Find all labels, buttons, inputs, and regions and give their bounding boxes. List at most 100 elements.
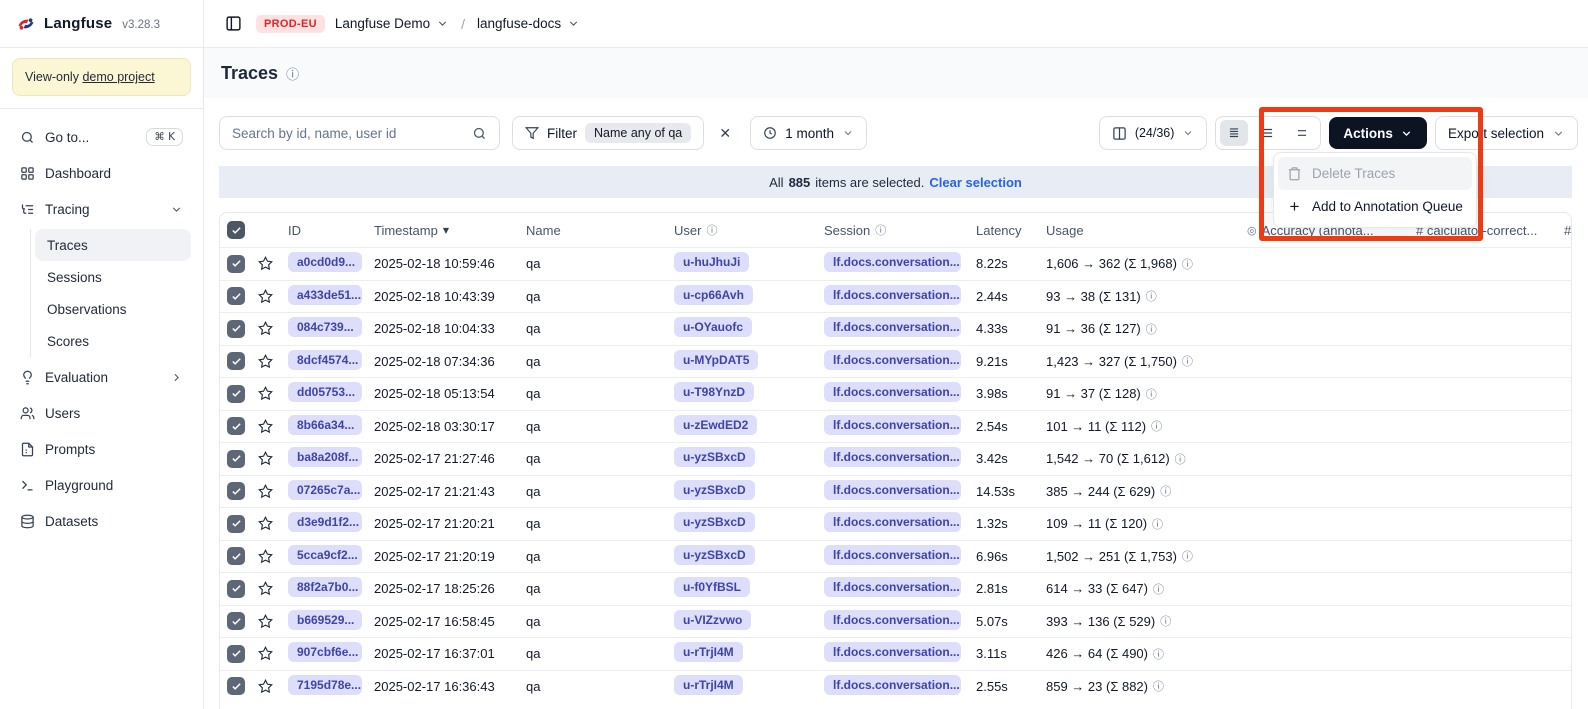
goto-button[interactable]: Go to... ⌘ K xyxy=(12,119,191,155)
column-header-timestamp[interactable]: Timestamp▼ xyxy=(374,223,526,238)
session-id-badge[interactable]: lf.docs.conversation... xyxy=(824,285,961,305)
trace-id-badge[interactable]: 07265c7a... xyxy=(288,480,362,500)
table-row[interactable]: a433de51...2025-02-18 10:43:39qau-cp66Av… xyxy=(220,280,1571,313)
user-id-badge[interactable]: u-yzSBxcD xyxy=(674,480,755,500)
info-icon[interactable]: ⓘ xyxy=(1182,548,1193,564)
session-id-badge[interactable]: lf.docs.conversation... xyxy=(824,512,961,532)
trace-id-badge[interactable]: d3e9d1f2... xyxy=(288,512,362,532)
trace-id-badge[interactable]: 8b66a34... xyxy=(288,415,362,435)
info-icon[interactable]: ⓘ xyxy=(1146,386,1157,402)
sidebar-item-evaluation[interactable]: Evaluation xyxy=(12,359,191,395)
info-icon[interactable]: ⓘ xyxy=(1153,581,1164,597)
table-row[interactable]: dd05753...2025-02-18 05:13:54qau-T98YnzD… xyxy=(220,377,1571,410)
user-id-badge[interactable]: u-rTrjI4M xyxy=(674,675,743,695)
info-icon[interactable]: ⓘ xyxy=(1160,613,1171,629)
info-icon[interactable]: ⓘ xyxy=(1153,678,1164,694)
bookmark-star-button[interactable] xyxy=(258,321,280,336)
session-id-badge[interactable]: lf.docs.conversation... xyxy=(824,675,961,695)
info-icon[interactable]: ⓘ xyxy=(1152,516,1163,532)
session-id-badge[interactable]: lf.docs.conversation... xyxy=(824,317,961,337)
trace-id-badge[interactable]: ba8a208f... xyxy=(288,447,362,467)
user-id-badge[interactable]: u-zEwdED2 xyxy=(674,415,757,435)
sidebar-item-datasets[interactable]: Datasets xyxy=(12,503,191,539)
session-id-badge[interactable]: lf.docs.conversation... xyxy=(824,252,961,272)
user-id-badge[interactable]: u-VIZzvwo xyxy=(674,610,751,630)
sidebar-item-scores[interactable]: Scores xyxy=(35,325,191,357)
info-icon[interactable]: ⓘ xyxy=(1175,451,1186,467)
user-id-badge[interactable]: u-yzSBxcD xyxy=(674,447,755,467)
table-row[interactable]: d3e9d1f2...2025-02-17 21:20:21qau-yzSBxc… xyxy=(220,507,1571,540)
trace-id-badge[interactable]: 7195d78e... xyxy=(288,675,362,695)
session-id-badge[interactable]: lf.docs.conversation... xyxy=(824,610,961,630)
time-range-button[interactable]: 1 month xyxy=(750,116,867,150)
table-row[interactable]: a0cd0d9...2025-02-18 10:59:46qau-huJhuJi… xyxy=(220,247,1571,280)
info-icon[interactable]: ⓘ xyxy=(1146,321,1157,337)
bookmark-star-button[interactable] xyxy=(258,386,280,401)
session-id-badge[interactable]: lf.docs.conversation... xyxy=(824,447,961,467)
trace-id-badge[interactable]: 88f2a7b0... xyxy=(288,577,362,597)
sidebar-item-users[interactable]: Users xyxy=(12,395,191,431)
sidebar-item-prompts[interactable]: Prompts xyxy=(12,431,191,467)
user-id-badge[interactable]: u-yzSBxcD xyxy=(674,512,755,532)
bookmark-star-button[interactable] xyxy=(258,614,280,629)
table-row[interactable]: 5cca9cf2...2025-02-17 21:20:19qau-yzSBxc… xyxy=(220,540,1571,573)
user-id-badge[interactable]: u-huJhuJi xyxy=(674,252,749,272)
table-row[interactable]: 8dcf4574...2025-02-18 07:34:36qau-MYpDAT… xyxy=(220,345,1571,378)
search-input[interactable] xyxy=(232,126,464,141)
info-icon[interactable]: ⓘ xyxy=(1182,256,1193,272)
table-row[interactable]: 907cbf6e...2025-02-17 16:37:01qau-rTrjI4… xyxy=(220,637,1571,670)
trace-id-badge[interactable]: a0cd0d9... xyxy=(288,252,362,272)
columns-button[interactable]: (24/36) xyxy=(1099,116,1208,150)
bookmark-star-button[interactable] xyxy=(258,516,280,531)
sidebar-item-observations[interactable]: Observations xyxy=(35,293,191,325)
menu-item-add-to-annotation-queue[interactable]: +Add to Annotation Queue xyxy=(1278,190,1472,223)
bookmark-star-button[interactable] xyxy=(258,484,280,499)
row-checkbox[interactable] xyxy=(227,645,245,663)
column-header-usage[interactable]: Usage xyxy=(1046,223,1247,238)
sidebar-toggle-button[interactable] xyxy=(220,11,246,37)
clear-selection-link[interactable]: Clear selection xyxy=(929,175,1022,190)
row-checkbox[interactable] xyxy=(227,612,245,630)
select-all-checkbox[interactable] xyxy=(227,221,245,239)
column-header-name[interactable]: Name xyxy=(526,223,674,238)
bookmark-star-button[interactable] xyxy=(258,646,280,661)
trace-id-badge[interactable]: b669529... xyxy=(288,610,362,630)
table-row[interactable]: b669529...2025-02-17 16:58:45qau-VIZzvwo… xyxy=(220,605,1571,638)
trace-id-badge[interactable]: a433de51... xyxy=(288,285,362,305)
row-checkbox[interactable] xyxy=(227,417,245,435)
user-id-badge[interactable]: u-OYauofc xyxy=(674,317,752,337)
table-row[interactable]: 88f2a7b0...2025-02-17 18:25:26qau-f0YfBS… xyxy=(220,572,1571,605)
row-checkbox[interactable] xyxy=(227,385,245,403)
info-icon[interactable]: ⓘ xyxy=(1151,418,1162,434)
session-id-badge[interactable]: lf.docs.conversation... xyxy=(824,577,961,597)
bookmark-star-button[interactable] xyxy=(258,679,280,694)
user-id-badge[interactable]: u-rTrjI4M xyxy=(674,642,743,662)
row-height-tall-button[interactable] xyxy=(1288,120,1316,146)
table-row[interactable]: 07265c7a...2025-02-17 21:21:43qau-yzSBxc… xyxy=(220,475,1571,508)
table-row[interactable]: 084c739...2025-02-18 10:04:33qau-OYauofc… xyxy=(220,312,1571,345)
project-selector[interactable]: langfuse-docs xyxy=(477,16,580,31)
row-checkbox[interactable] xyxy=(227,677,245,695)
clear-filter-button[interactable]: ✕ xyxy=(712,120,738,146)
row-checkbox[interactable] xyxy=(227,547,245,565)
table-row[interactable]: ba8a208f...2025-02-17 21:27:46qau-yzSBxc… xyxy=(220,442,1571,475)
session-id-badge[interactable]: lf.docs.conversation... xyxy=(824,545,961,565)
column-header-score-3[interactable]: # c... xyxy=(1564,223,1571,238)
user-id-badge[interactable]: u-cp66Avh xyxy=(674,285,753,305)
bookmark-star-button[interactable] xyxy=(258,581,280,596)
session-id-badge[interactable]: lf.docs.conversation... xyxy=(824,480,961,500)
filter-button[interactable]: Filter Name any of qa xyxy=(512,116,704,150)
sidebar-item-dashboard[interactable]: Dashboard xyxy=(12,155,191,191)
trace-id-badge[interactable]: 907cbf6e... xyxy=(288,642,362,662)
user-id-badge[interactable]: u-MYpDAT5 xyxy=(674,350,758,370)
session-id-badge[interactable]: lf.docs.conversation... xyxy=(824,350,961,370)
bookmark-star-button[interactable] xyxy=(258,451,280,466)
org-selector[interactable]: Langfuse Demo xyxy=(335,16,449,31)
trace-id-badge[interactable]: 5cca9cf2... xyxy=(288,545,362,565)
row-checkbox[interactable] xyxy=(227,580,245,598)
row-checkbox[interactable] xyxy=(227,482,245,500)
trace-id-badge[interactable]: dd05753... xyxy=(288,382,362,402)
bookmark-star-button[interactable] xyxy=(258,289,280,304)
sidebar-item-tracing[interactable]: Tracing xyxy=(12,191,191,227)
trace-id-badge[interactable]: 084c739... xyxy=(288,317,362,337)
